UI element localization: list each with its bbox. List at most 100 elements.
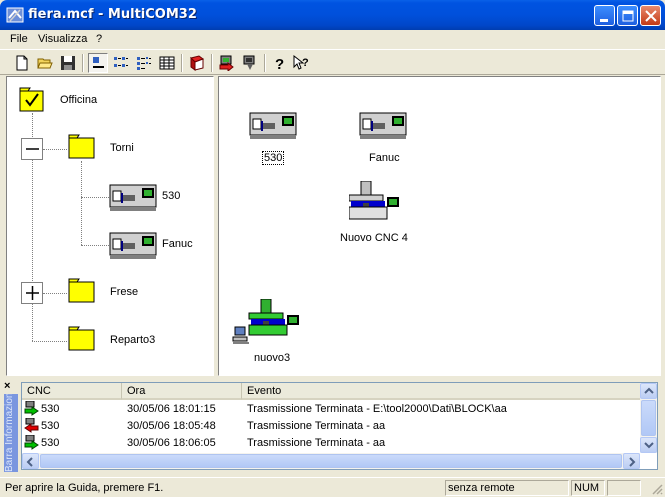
chevron-left-icon: [26, 457, 33, 467]
machine-label-fanuc[interactable]: Fanuc: [369, 152, 400, 164]
list-button[interactable]: [134, 53, 154, 73]
tree-item-torni[interactable]: Torni: [110, 142, 134, 154]
context-help-button[interactable]: ?: [291, 53, 311, 73]
toolbar: ? ?: [0, 49, 665, 75]
context-help-icon: ?: [293, 55, 309, 70]
minus-icon: [26, 148, 39, 150]
horizontal-scrollbar[interactable]: [22, 453, 640, 469]
save-button[interactable]: [58, 53, 78, 73]
root-folder-check-icon[interactable]: [19, 87, 45, 113]
vertical-scroll-thumb[interactable]: [641, 400, 656, 436]
milling-machine-connected-icon[interactable]: [231, 299, 301, 349]
window-title: fiera.mcf - MultiCOM32: [28, 7, 197, 22]
receive-button[interactable]: [240, 53, 260, 73]
lathe-machine-icon[interactable]: [249, 111, 297, 141]
lathe-machine-icon[interactable]: [109, 183, 157, 213]
status-message: Per aprire la Guida, premere F1.: [5, 482, 164, 494]
svg-text:?: ?: [302, 57, 309, 69]
receive-icon: [243, 55, 255, 70]
scroll-down-button[interactable]: [640, 437, 657, 453]
minimize-button[interactable]: [594, 5, 615, 26]
small-icons-icon: [114, 57, 128, 67]
cell-evento: Trasmissione Terminata - aa: [247, 420, 386, 432]
minimize-icon: [600, 19, 608, 22]
tree-item-fanuc[interactable]: Fanuc: [162, 238, 193, 250]
open-button[interactable]: [35, 53, 55, 73]
cell-ora: 30/05/06 18:01:15: [127, 403, 216, 415]
machine-label-nuovo3[interactable]: nuovo3: [254, 352, 290, 364]
small-icons-button[interactable]: [111, 53, 131, 73]
cell-ora: 30/05/06 18:05:48: [127, 420, 216, 432]
large-icons-button[interactable]: [88, 53, 108, 73]
tree-item-reparto3[interactable]: Reparto3: [110, 334, 155, 346]
chevron-right-icon: [629, 457, 636, 467]
info-bar: × Barra Informazioni CNC Ora Evento 530 …: [0, 378, 665, 474]
menu-file[interactable]: File: [10, 33, 28, 45]
cell-ora: 30/05/06 18:06:05: [127, 437, 216, 449]
details-button[interactable]: [157, 53, 177, 73]
help-button[interactable]: ?: [269, 53, 289, 73]
send-arrow-icon: [24, 401, 39, 416]
column-header-cnc[interactable]: CNC: [22, 383, 122, 400]
title-bar[interactable]: fiera.mcf - MultiCOM32: [0, 0, 665, 30]
transmit-button[interactable]: [217, 53, 237, 73]
lathe-machine-icon[interactable]: [109, 231, 157, 261]
machines-view[interactable]: 530 Fanuc Nuovo CNC 4 nuovo3: [218, 76, 661, 376]
scroll-right-button[interactable]: [623, 453, 640, 469]
cell-evento: Trasmissione Terminata - E:\tool2000\Dat…: [247, 403, 507, 415]
collapse-torni-button[interactable]: [21, 138, 43, 160]
table-row[interactable]: 530 30/05/06 18:01:15 Trasmissione Termi…: [22, 401, 640, 418]
send-arrow-icon: [24, 435, 39, 450]
help-icon: ?: [275, 56, 284, 71]
tree-item-530[interactable]: 530: [162, 190, 180, 202]
info-bar-title: Barra Informazioni: [4, 394, 18, 472]
tree-item-frese[interactable]: Frese: [110, 286, 138, 298]
cell-evento: Trasmissione Terminata - aa: [247, 437, 386, 449]
menu-visualizza[interactable]: Visualizza: [38, 33, 87, 45]
expand-frese-button[interactable]: [21, 282, 43, 304]
table-row[interactable]: 530 30/05/06 18:06:05 Trasmissione Termi…: [22, 435, 640, 452]
machine-label-nuovo-cnc-4[interactable]: Nuovo CNC 4: [340, 232, 408, 244]
vertical-scrollbar[interactable]: [640, 383, 657, 453]
menu-help[interactable]: ?: [96, 33, 102, 45]
column-header-evento[interactable]: Evento: [242, 383, 640, 400]
cell-cnc: 530: [41, 420, 60, 432]
app-icon: [6, 7, 24, 23]
open-icon: [37, 58, 53, 69]
status-bar: Per aprire la Guida, premere F1. senza r…: [0, 477, 665, 497]
reparto3-folder-icon[interactable]: [68, 326, 96, 352]
status-scroll: [607, 480, 641, 496]
machine-label-530[interactable]: 530: [262, 151, 285, 165]
tree-panel[interactable]: Officina Torni 530 Fanuc Frese Reparto3: [6, 76, 214, 376]
close-button[interactable]: [640, 5, 661, 26]
horizontal-scroll-thumb[interactable]: [40, 454, 622, 468]
close-icon: [645, 10, 657, 22]
book-icon: [190, 55, 205, 71]
new-icon: [16, 55, 28, 71]
table-row[interactable]: 530 30/05/06 18:05:48 Trasmissione Termi…: [22, 418, 640, 435]
plus-icon: [26, 286, 39, 300]
scroll-left-button[interactable]: [22, 453, 39, 469]
event-list[interactable]: CNC Ora Evento 530 30/05/06 18:01:15 Tra…: [21, 382, 658, 470]
resize-grip-icon[interactable]: [651, 483, 663, 495]
torni-folder-icon[interactable]: [68, 134, 96, 160]
maximize-button[interactable]: [617, 5, 638, 26]
lathe-machine-icon[interactable]: [359, 111, 407, 141]
info-bar-close-button[interactable]: ×: [4, 380, 10, 392]
column-header-ora[interactable]: Ora: [122, 383, 242, 400]
status-remote: senza remote: [445, 480, 569, 496]
tree-root-label[interactable]: Officina: [60, 94, 97, 106]
receive-arrow-icon: [24, 418, 39, 433]
new-button[interactable]: [12, 53, 32, 73]
scroll-up-button[interactable]: [640, 383, 657, 399]
chevron-up-icon: [644, 387, 654, 394]
maximize-icon: [622, 10, 634, 22]
large-icons-icon: [93, 57, 104, 68]
save-icon: [61, 56, 75, 70]
milling-machine-icon[interactable]: [349, 181, 401, 223]
chevron-down-icon: [644, 442, 654, 449]
cell-cnc: 530: [41, 403, 60, 415]
frese-folder-icon[interactable]: [68, 278, 96, 304]
book-button[interactable]: [187, 53, 207, 73]
menu-bar: File Visualizza ?: [0, 30, 665, 49]
